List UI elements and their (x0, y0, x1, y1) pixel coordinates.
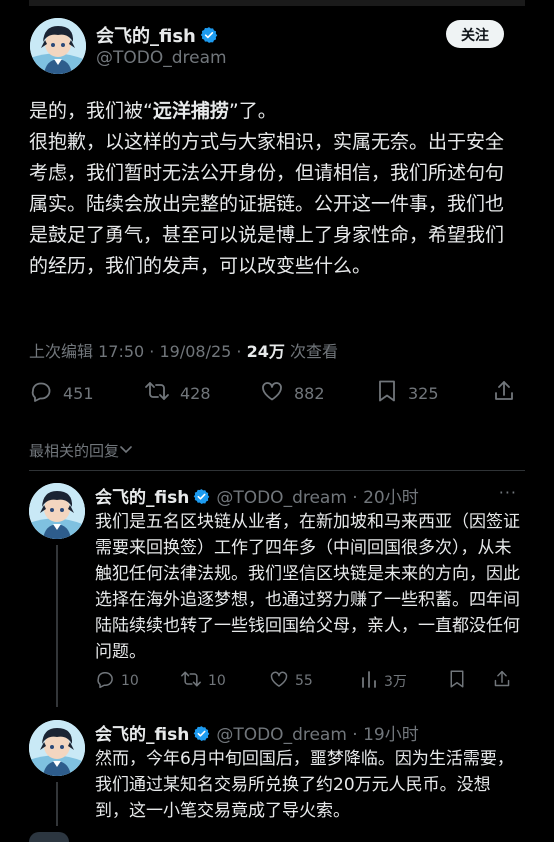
repost-icon (180, 669, 202, 693)
views-label: 次查看 (284, 342, 338, 361)
post-meta: 上次编辑 17:50 · 19/08/25 · 24万 次查看 (29, 338, 338, 362)
reply-count: 451 (63, 383, 94, 403)
post-text: 是的，我们被“远洋捕捞”了。 很抱歉，以这样的方式与大家相识，实属无奈。出于安全… (29, 96, 519, 282)
heart-icon (269, 669, 289, 693)
reply-button[interactable]: 451 (29, 378, 94, 408)
heart-icon (260, 379, 284, 407)
post-actions: 451 428 882 325 (29, 378, 519, 408)
more-options-icon[interactable]: ··· (499, 483, 517, 502)
chevron-down-icon (119, 442, 133, 460)
verified-badge-icon (193, 725, 210, 747)
share-icon (493, 669, 511, 693)
like-count: 882 (294, 383, 325, 403)
reply-icon (95, 669, 115, 693)
bar-chart-icon (360, 669, 378, 693)
author-name-text: 会飞的_fish (95, 488, 190, 508)
bookmark-button[interactable] (448, 669, 466, 693)
sort-label: 最相关的回复 (29, 442, 120, 460)
post-paragraph: 是的，我们被“远洋捕捞”了。 (29, 96, 519, 127)
views-count: 3万 (384, 674, 407, 690)
repost-count: 428 (180, 383, 211, 403)
bookmark-icon (448, 669, 466, 693)
bookmark-button[interactable]: 325 (376, 378, 439, 408)
reply-header: 会飞的_fish @TODO_dream · 19小时 (95, 720, 419, 747)
reply-button[interactable]: 10 (95, 669, 139, 693)
author-name-text: 会飞的_fish (96, 26, 196, 47)
sort-replies-dropdown[interactable]: 最相关的回复 (29, 440, 133, 461)
handle-and-time[interactable]: @TODO_dream · 20小时 (216, 488, 418, 508)
repost-icon (144, 379, 170, 407)
main-post: 会飞的_fish @TODO_dream 关注 是的，我们被“远洋捕捞”了。 很… (29, 10, 525, 470)
post-text-segment: 是的，我们被“ (29, 100, 153, 122)
like-button[interactable]: 882 (260, 378, 325, 408)
views-button[interactable]: 3万 (360, 669, 407, 693)
reply-actions: 10 10 55 3万 (95, 669, 523, 693)
share-button[interactable] (493, 378, 515, 408)
repost-button[interactable]: 10 (180, 669, 226, 693)
repost-count: 10 (208, 673, 226, 689)
share-icon (493, 379, 515, 407)
author-name-text: 会飞的_fish (95, 725, 190, 745)
follow-button[interactable]: 关注 (446, 20, 504, 48)
repost-button[interactable]: 428 (144, 378, 211, 408)
verified-badge-icon (200, 26, 218, 49)
avatar[interactable] (29, 720, 85, 776)
divider (29, 470, 525, 471)
bookmark-icon (376, 379, 398, 407)
share-button[interactable] (493, 669, 511, 693)
author-handle[interactable]: @TODO_dream (96, 48, 227, 68)
views-count: 24万 (246, 342, 285, 361)
thread-line (56, 545, 58, 707)
author-name[interactable]: 会飞的_fish (95, 725, 210, 745)
like-button[interactable]: 55 (269, 669, 313, 693)
reply-icon (29, 379, 53, 407)
previous-post-edge (29, 0, 525, 6)
reply-header: 会飞的_fish @TODO_dream · 20小时 (95, 483, 419, 510)
verified-badge-icon (193, 488, 210, 510)
post-paragraph: 很抱歉，以这样的方式与大家相识，实属无奈。出于安全考虑，我们暂时无法公开身份，但… (29, 131, 505, 277)
reply-count: 10 (121, 673, 139, 689)
reply-item[interactable]: 会飞的_fish @TODO_dream · 19小时 然而，今年6月中旬回国后，… (29, 720, 525, 832)
avatar[interactable] (29, 483, 85, 539)
post-text-highlight: 远洋捕捞 (152, 100, 229, 122)
avatar[interactable] (30, 18, 86, 74)
reply-text: 我们是五名区块链从业者，在新加坡和马来西亚（因签证需要来回换签）工作了四年多（中… (95, 512, 520, 662)
post-text-segment: ”了。 (228, 100, 277, 122)
edited-timestamp[interactable]: 上次编辑 17:50 · 19/08/25 · (29, 342, 247, 361)
like-count: 55 (295, 673, 313, 689)
next-reply-avatar-edge (29, 832, 69, 842)
author-name[interactable]: 会飞的_fish (96, 22, 218, 49)
bookmark-count: 325 (408, 383, 439, 403)
reply-item[interactable]: 会飞的_fish @TODO_dream · 20小时 ··· 我们是五名区块链从… (29, 483, 525, 713)
author-name[interactable]: 会飞的_fish (95, 488, 210, 508)
reply-text: 然而，今年6月中旬回国后，噩梦降临。因为生活需要，我们通过某知名交易所兑换了约2… (95, 749, 514, 821)
thread-line (56, 782, 58, 826)
handle-and-time[interactable]: @TODO_dream · 19小时 (216, 725, 418, 745)
